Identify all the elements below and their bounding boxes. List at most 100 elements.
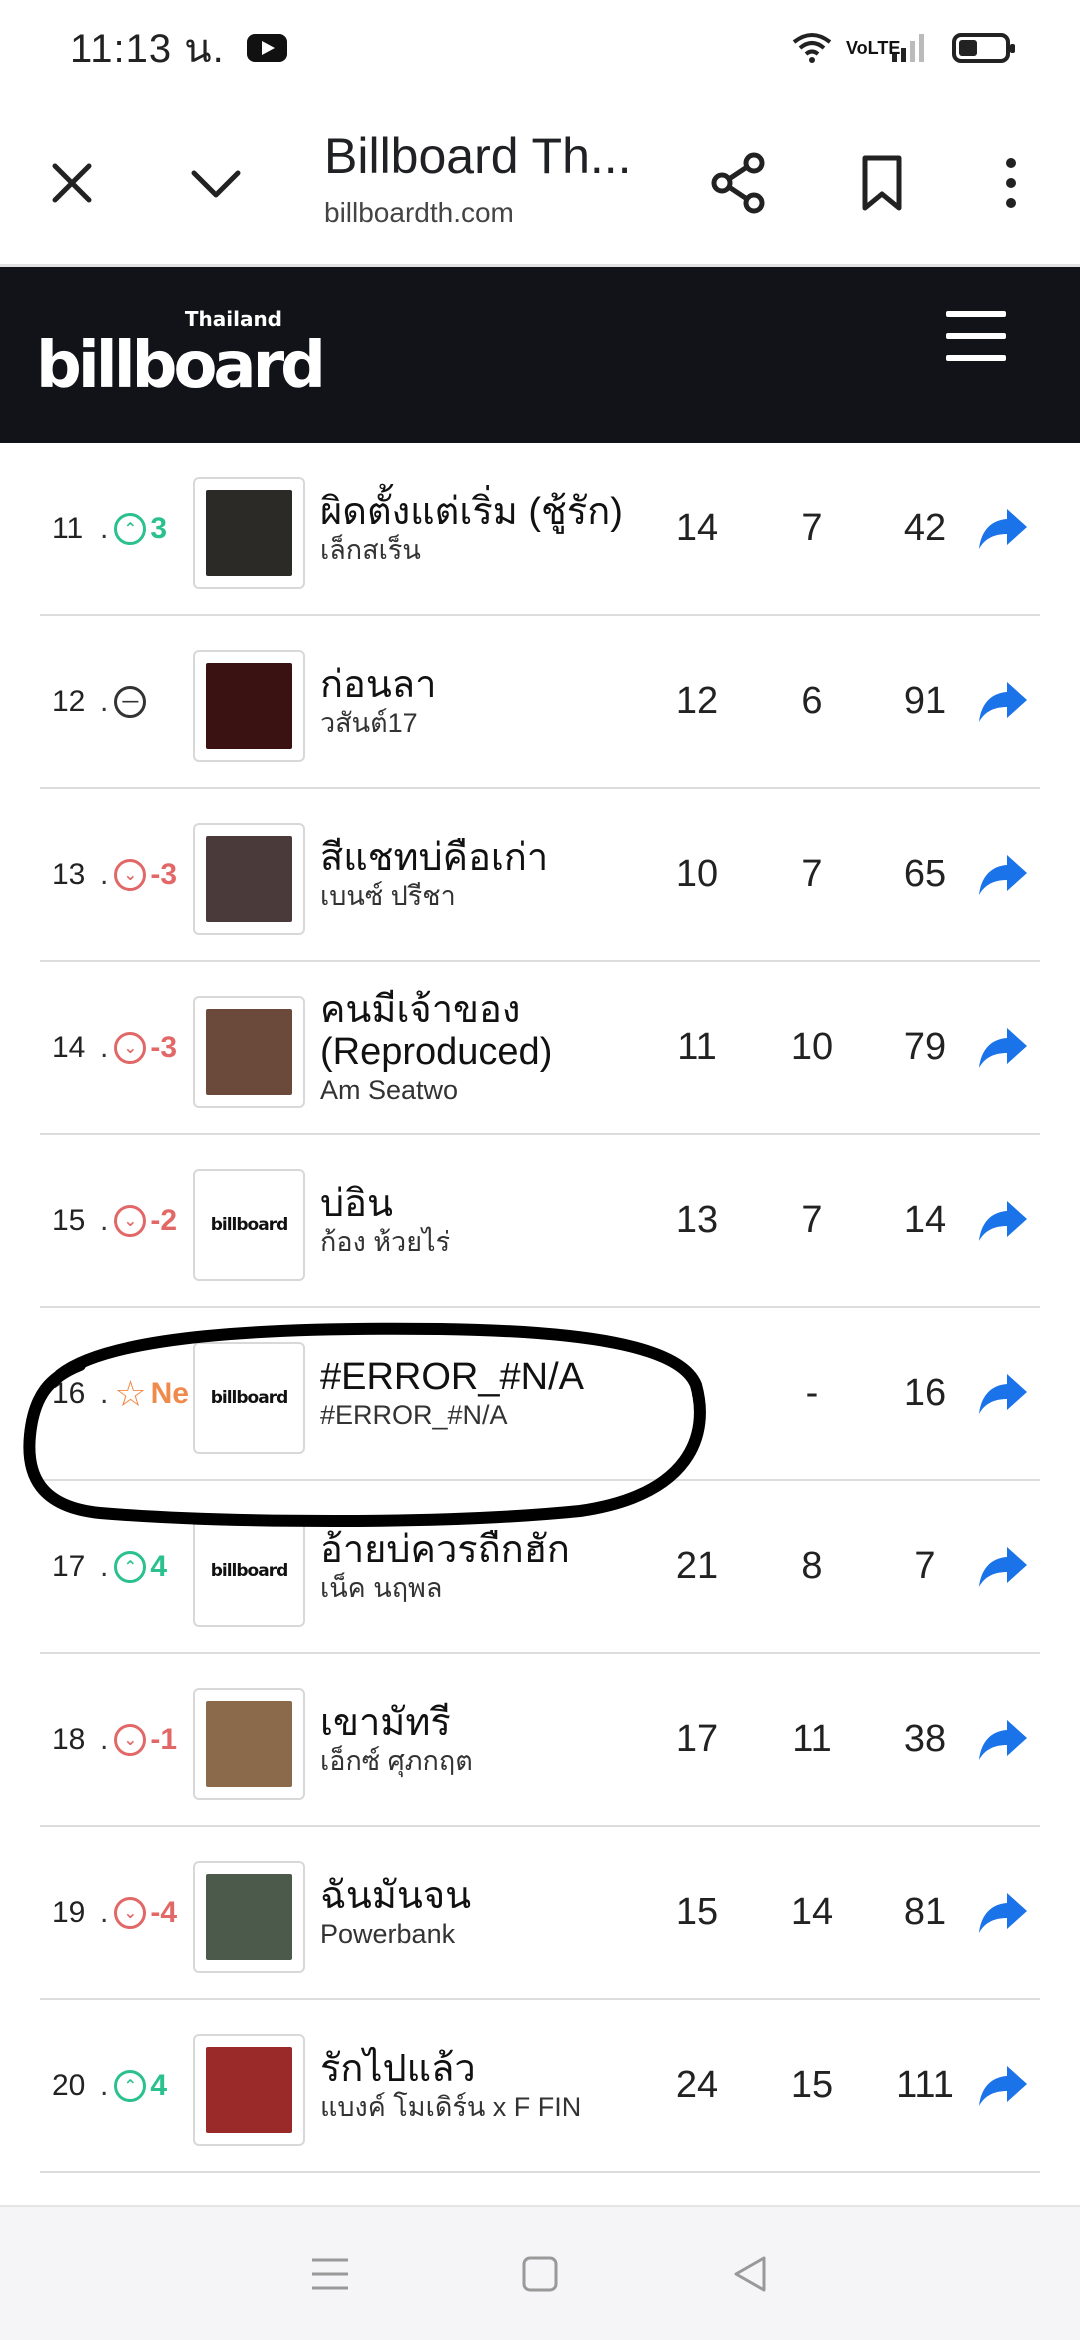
song-info[interactable]: เขามัทรี เอ็กซ์ ศุภกฤต [320,1654,680,1825]
share-song-button[interactable] [977,789,1029,960]
share-song-button[interactable] [977,443,1029,614]
volte-icon: VoLTE [846,37,901,58]
menu-icon[interactable] [946,311,1006,361]
rank: 20 [52,2000,85,2171]
more-options-button[interactable] [971,143,1051,223]
rank: 19 [52,1827,85,1998]
share-arrow-icon [979,1892,1027,1933]
rank-number: 11 [52,511,84,545]
trend-down-icon: ⌄ [114,858,147,891]
cover[interactable] [193,2034,305,2146]
share-song-button[interactable] [977,1654,1029,1825]
billboard-logo[interactable]: billboard Thailand [36,307,326,403]
share-song-button[interactable] [977,962,1029,1133]
song-info[interactable]: ฉันมันจน Powerbank [320,1827,680,1998]
album-art [206,1701,292,1787]
back-icon[interactable] [730,2254,770,2294]
rank: 14 [52,962,85,1133]
trend-down-icon: ⌄ [114,1896,147,1929]
trend-indicator: . — [100,616,150,787]
trend-up-icon: ⌃ [114,1550,147,1583]
recent-apps-icon[interactable] [310,2256,350,2292]
cover[interactable]: billboard [193,1515,305,1627]
trend-indicator: . ⌄ -2 [100,1135,177,1306]
chart-row[interactable]: 15 . ⌄ -2 billboard บ่อิน ก้อง ห้วยไร่ 1… [40,1135,1040,1308]
rank-dot: . [100,857,109,891]
chart-row[interactable]: 11 . ⌃ 3 ผิดตั้งแต่เริ่ม (ชู้รัก) เล็กสเ… [40,443,1040,616]
share-song-button[interactable] [977,1481,1029,1652]
share-song-button[interactable] [977,1827,1029,1998]
share-song-button[interactable] [977,1308,1029,1479]
collapse-button[interactable] [176,143,256,223]
song-artist: Am Seatwo [320,1074,459,1105]
song-info[interactable]: รักไปแล้ว แบงค์ โมเดิร์น x F FIN [320,2000,680,2171]
peak-position: 7 [801,1199,823,1241]
peak-position: 7 [801,853,823,895]
status-icons: VoLTE [792,32,1015,64]
rank-dot: . [100,1895,109,1929]
home-icon[interactable] [520,2254,560,2294]
song-info[interactable]: ผิดตั้งแต่เริ่ม (ชู้รัก) เล็กสเร็น [320,443,680,614]
share-page-button[interactable] [698,143,778,223]
chart-row[interactable]: 18 . ⌄ -1 เขามัทรี เอ็กซ์ ศุภกฤต 17 11 3… [40,1654,1040,1827]
song-title: รักไปแล้ว [320,2047,476,2090]
bookmark-button[interactable] [842,143,922,223]
album-art [206,490,292,576]
close-button[interactable] [32,143,112,223]
song-artist: เอ็กซ์ ศุภกฤต [320,1745,473,1776]
rank-number: 15 [52,1203,86,1237]
song-title: ฉันมันจน [320,1874,472,1917]
chart-row[interactable]: 20 . ⌃ 4 รักไปแล้ว แบงค์ โมเดิร์น x F FI… [40,2000,1040,2173]
rank: 12 [52,616,85,787]
chart-row[interactable]: 14 . ⌄ -3 คนมีเจ้าของ (Reproduced) Am Se… [40,962,1040,1135]
weeks-on-chart: 91 [903,680,947,722]
share-song-button[interactable] [977,616,1029,787]
chart-row[interactable]: 13 . ⌄ -3 สีแชทบ่คือเก่า เบนซ์ ปรีชา 10 … [40,789,1040,962]
trend-down-icon: ⌄ [114,1204,147,1237]
rank-number: 17 [52,1549,86,1583]
weeks-on-chart: 42 [903,507,947,549]
last-week: 13 [675,1199,719,1241]
song-title: ก่อนลา [320,663,437,706]
album-art [206,1009,292,1095]
trend-change: 4 [150,1549,168,1583]
page-url[interactable]: billboardth.com [324,197,514,229]
share-song-button[interactable] [977,1135,1029,1306]
share-song-button[interactable] [977,2000,1029,2171]
rank: 11 [52,443,83,614]
song-info[interactable]: บ่อิน ก้อง ห้วยไร่ [320,1135,680,1306]
share-arrow-icon [979,1719,1027,1760]
weeks-on-chart: 16 [903,1372,947,1414]
cover[interactable] [193,477,305,589]
peak-position: 8 [801,1545,823,1587]
chart-row[interactable]: 12 . — ก่อนลา วสันต์17 12 6 91 [40,616,1040,789]
last-week: 14 [675,507,719,549]
rank-number: 20 [52,2068,86,2102]
cover[interactable] [193,996,305,1108]
wifi-icon [792,32,832,63]
chart-row[interactable]: 19 . ⌄ -4 ฉันมันจน Powerbank 15 14 81 [40,1827,1040,2000]
battery-icon [952,32,1015,63]
song-title: เขามัทรี [320,1701,451,1744]
album-art [206,663,292,749]
rank-number: 19 [52,1895,86,1929]
cover[interactable] [193,1861,305,1973]
song-info[interactable]: ก่อนลา วสันต์17 [320,616,680,787]
cover[interactable] [193,650,305,762]
peak-position: 14 [790,1891,834,1933]
rank: 13 [52,789,85,960]
last-week: 15 [675,1891,719,1933]
cover[interactable] [193,1688,305,1800]
status-bar: 11:13 น. VoLTE [0,0,1080,95]
chevron-down-icon [191,170,241,198]
trend-change: -2 [150,1203,178,1237]
song-info[interactable]: สีแชทบ่คือเก่า เบนซ์ ปรีชา [320,789,680,960]
cover[interactable] [193,823,305,935]
peak-position: 10 [790,1026,834,1068]
song-info[interactable]: คนมีเจ้าของ (Reproduced) Am Seatwo [320,962,680,1133]
share-arrow-icon [979,1200,1027,1241]
rank-number: 12 [52,684,86,718]
cover[interactable]: billboard [193,1169,305,1281]
trend-change: 3 [150,511,168,545]
share-arrow-icon [979,1373,1027,1414]
